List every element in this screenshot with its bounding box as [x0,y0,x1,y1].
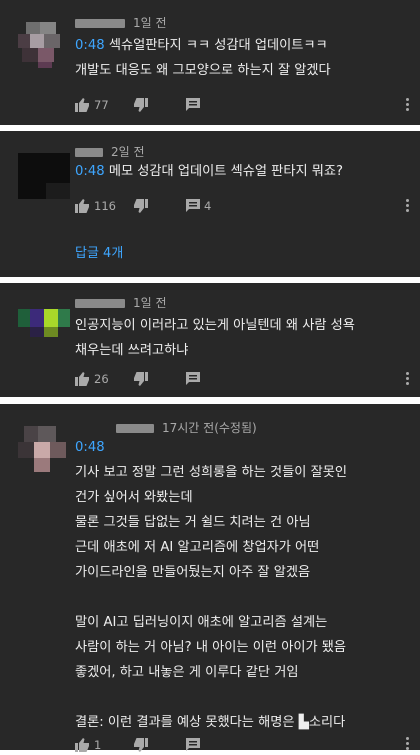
reply-count: 4 [204,199,212,213]
timestamp-link[interactable]: 0:48 [75,164,105,179]
comment-actions: 77 [75,95,275,115]
avatar[interactable] [18,22,70,68]
author-name-redacted[interactable] [75,148,103,157]
author-name-redacted[interactable] [116,424,154,433]
comment-actions: 1 [75,735,275,755]
more-options-button[interactable] [406,98,410,113]
comment-text: 인공지능이 이러라고 있는게 아닐텐데 왜 사람 성욕 채우는데 쓰려고하냐 [75,313,355,363]
avatar[interactable] [18,305,70,351]
dislike-button[interactable] [133,196,148,216]
reply-button[interactable] [186,95,200,115]
dislike-button[interactable] [133,735,148,755]
comment-line [75,685,347,710]
comment-card: 2일 전 0:48 메모 성감대 업데이트 섹슈얼 판타지 뭐죠? 116 4 … [0,131,420,277]
comment-meta: 2일 전 [75,143,145,160]
comment-line: 개발도 대응도 왜 그모양으로 하는지 잘 알겠다 [75,63,331,78]
comment-text: 0:48 기사 보고 정말 그런 성희롱을 하는 것들이 잘못인 건가 싶어서 … [75,435,347,735]
more-vertical-icon [406,372,410,385]
comment-line [75,585,347,610]
author-name-redacted[interactable] [75,19,125,28]
timestamp-link[interactable]: 0:48 [75,440,105,455]
thumbs-down-icon [134,372,148,386]
like-button[interactable]: 77 [75,95,109,115]
reply-button[interactable] [186,735,200,755]
reply-button[interactable]: 4 [186,196,211,216]
like-count: 26 [94,372,109,386]
like-button[interactable]: 116 [75,196,116,216]
more-options-button[interactable] [406,199,410,214]
comment-text: 0:48 메모 성감대 업데이트 섹슈얼 판타지 뭐죠? [75,159,343,184]
comment-icon [186,98,200,111]
comment-card: 17시간 전(수정됨) 0:48 기사 보고 정말 그런 성희롱을 하는 것들이… [0,404,420,752]
dislike-button[interactable] [133,95,148,115]
comment-line: 사람이 하는 거 아님? 내 아이는 이런 아이가 됐음 [75,640,347,655]
timestamp-link[interactable]: 0:48 [75,38,105,53]
comment-line: 0:48 [75,435,347,460]
avatar[interactable] [18,426,70,472]
comment-card: 1일 전 인공지능이 이러라고 있는게 아닐텐데 왜 사람 성욕 채우는데 쓰려… [0,283,420,397]
comment-actions: 26 [75,369,275,389]
comment-line: 말이 AI고 딥러닝이지 애초에 알고리즘 설계는 [75,615,328,630]
more-options-button[interactable] [406,372,410,387]
thumbs-up-icon [75,98,89,112]
comment-meta: 1일 전 [75,14,167,31]
comment-time: 17시간 전(수정됨) [162,421,257,435]
comment-time: 2일 전 [111,145,145,159]
thumbs-down-icon [134,199,148,213]
comment-line: 결론: 이런 결과를 예상 못했다는 해명은 ▙소리다 [75,715,346,730]
more-vertical-icon [406,737,410,750]
comment-line: 가이드라인을 만들어뒀는지 아주 잘 알겠음 [75,565,311,580]
comment-line: 물론 그것들 답없는 거 쉴드 치려는 건 아님 [75,515,311,530]
comment-time: 1일 전 [133,296,167,310]
comment-text: 0:48 섹슈얼판타지 ㅋㅋ 성감대 업데이트ㅋㅋ 개발도 대응도 왜 그모양으… [75,33,331,83]
comment-line: 0:48 섹슈얼판타지 ㅋㅋ 성감대 업데이트ㅋㅋ [75,38,328,53]
like-count: 116 [94,199,116,213]
like-count: 77 [94,98,109,112]
more-vertical-icon [406,199,410,212]
comment-icon [186,199,200,212]
view-replies-link[interactable]: 답글 4개 [75,242,123,261]
comment-line: 인공지능이 이러라고 있는게 아닐텐데 왜 사람 성욕 [75,318,355,333]
comment-line: 좋겠어, 하고 내놓은 게 이루다 같단 거임 [75,665,299,680]
comment-meta: 1일 전 [75,294,167,311]
avatar[interactable] [18,153,70,199]
more-vertical-icon [406,98,410,111]
thumbs-up-icon [75,199,89,213]
comment-time: 1일 전 [133,16,167,30]
dislike-button[interactable] [133,369,148,389]
comment-line: 0:48 메모 성감대 업데이트 섹슈얼 판타지 뭐죠? [75,164,344,179]
reply-button[interactable] [186,369,200,389]
thumbs-up-icon [75,372,89,386]
comment-line: 건가 싶어서 와봤는데 [75,490,193,505]
like-button[interactable]: 1 [75,735,101,755]
comment-line: 채우는데 쓰려고하냐 [75,343,189,358]
comment-line: 기사 보고 정말 그런 성희롱을 하는 것들이 잘못인 [75,465,347,480]
comment-card: 1일 전 0:48 섹슈얼판타지 ㅋㅋ 성감대 업데이트ㅋㅋ 개발도 대응도 왜… [0,0,420,125]
like-button[interactable]: 26 [75,369,109,389]
comment-icon [186,372,200,385]
comment-actions: 116 4 [75,196,275,216]
author-name-redacted[interactable] [75,299,125,308]
thumbs-down-icon [134,98,148,112]
comment-line: 근데 애초에 저 AI 알고리즘에 창업자가 어떤 [75,540,320,555]
comment-meta: 17시간 전(수정됨) [116,419,257,436]
